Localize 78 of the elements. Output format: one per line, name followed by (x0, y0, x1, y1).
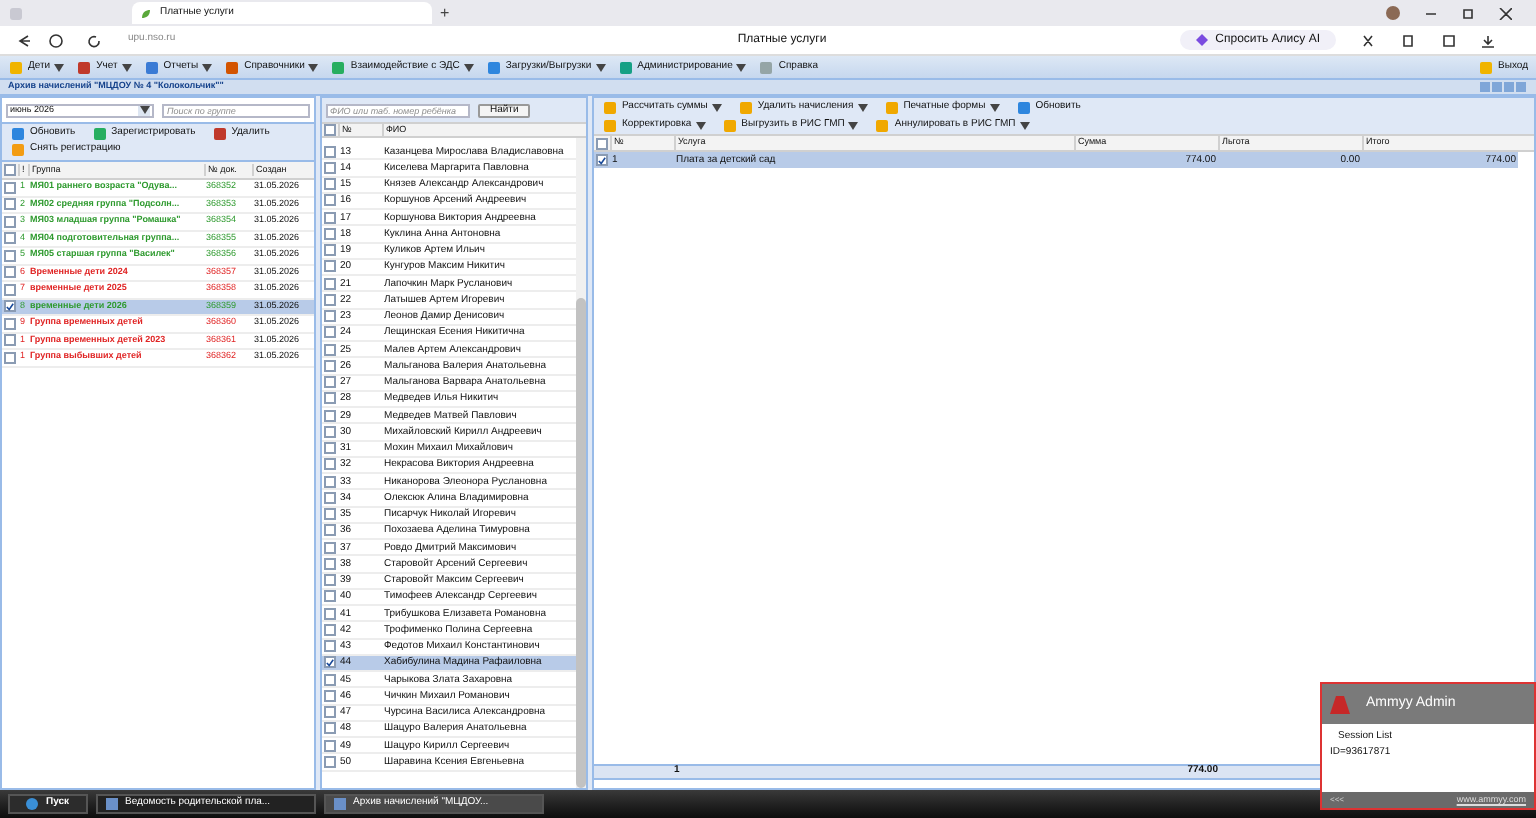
checkbox[interactable] (324, 590, 336, 603)
checkbox[interactable] (324, 722, 336, 735)
leaf-icon (140, 7, 152, 19)
checkbox[interactable] (324, 227, 336, 240)
checkbox[interactable] (324, 293, 336, 306)
nav-buttons-icon[interactable] (16, 33, 104, 47)
checkbox[interactable] (324, 343, 336, 356)
action-icon (91, 126, 108, 142)
menu-icon (143, 59, 160, 75)
exit-icon (1478, 59, 1495, 75)
caret-icon (139, 106, 150, 114)
checkbox[interactable] (4, 215, 16, 228)
checkbox[interactable] (324, 211, 336, 224)
checkbox[interactable] (4, 164, 16, 176)
checkbox[interactable] (324, 277, 336, 290)
checkbox[interactable] (4, 181, 16, 194)
checkbox[interactable] (324, 640, 336, 653)
checkbox[interactable] (324, 491, 336, 504)
checkbox[interactable] (324, 524, 336, 537)
checkbox[interactable] (324, 607, 336, 620)
checkbox[interactable] (324, 145, 336, 158)
checkbox[interactable] (324, 673, 336, 686)
checkbox[interactable] (324, 161, 336, 174)
checkbox[interactable] (324, 706, 336, 719)
checkbox[interactable] (324, 376, 336, 389)
checkbox[interactable] (596, 154, 608, 166)
checkbox[interactable] (324, 178, 336, 191)
checkbox[interactable] (324, 260, 336, 273)
menu-icon (76, 59, 93, 75)
checkbox[interactable] (4, 232, 16, 245)
app-icon (333, 798, 346, 810)
checkbox[interactable] (324, 392, 336, 405)
menu-icon (485, 59, 502, 75)
menu-icon (330, 59, 347, 75)
checkbox[interactable] (4, 266, 16, 279)
checkbox[interactable] (4, 351, 16, 364)
checkbox[interactable] (4, 300, 16, 313)
checkbox[interactable] (324, 326, 336, 339)
menu-icon (758, 59, 775, 75)
checkbox[interactable] (324, 442, 336, 455)
app-icon (105, 798, 118, 810)
checkbox[interactable] (324, 359, 336, 372)
checkbox[interactable] (324, 656, 336, 669)
logo-icon (1330, 695, 1350, 713)
checkbox[interactable] (4, 249, 16, 262)
menu-icon (8, 59, 24, 75)
checkbox[interactable] (4, 317, 16, 330)
checkbox[interactable] (324, 739, 336, 752)
menu-icon (617, 59, 634, 75)
checkbox[interactable] (324, 310, 336, 323)
checkbox[interactable] (324, 425, 336, 438)
checkbox[interactable] (324, 244, 336, 257)
menu-icon (224, 59, 241, 75)
checkbox[interactable] (324, 541, 336, 554)
avatar-icon[interactable] (1386, 6, 1400, 20)
checkbox[interactable] (324, 508, 336, 521)
checkbox[interactable] (324, 574, 336, 587)
scrollbar[interactable] (576, 138, 586, 788)
window-tools-icon[interactable] (1480, 81, 1528, 93)
diamond-icon (1195, 34, 1208, 46)
checkbox[interactable] (596, 137, 608, 149)
checkbox[interactable] (4, 334, 16, 347)
checkbox[interactable] (324, 557, 336, 570)
action-icon (211, 126, 228, 142)
checkbox[interactable] (324, 458, 336, 471)
checkbox[interactable] (324, 475, 336, 488)
checkbox[interactable] (4, 283, 16, 296)
new-tab-button[interactable]: + (440, 5, 450, 21)
checkbox[interactable] (324, 755, 336, 768)
checkbox[interactable] (4, 198, 16, 211)
window-controls-icon[interactable] (1424, 7, 1512, 19)
start-logo-icon (26, 798, 38, 810)
checkbox[interactable] (324, 124, 336, 136)
checkbox[interactable] (324, 623, 336, 636)
checkbox[interactable] (324, 409, 336, 422)
checkbox[interactable] (324, 194, 336, 207)
checkbox[interactable] (324, 689, 336, 702)
action-icon (1015, 99, 1032, 115)
